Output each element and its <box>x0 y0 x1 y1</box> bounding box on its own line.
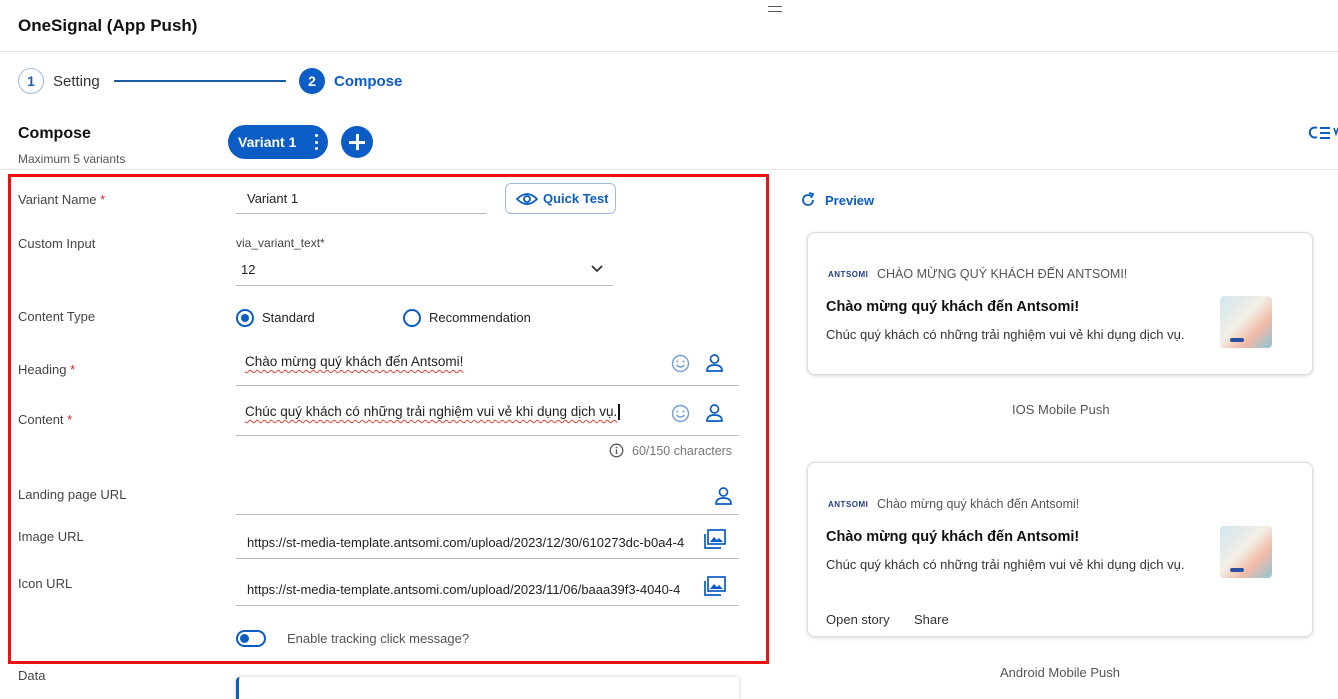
emoji-icon[interactable] <box>671 354 690 373</box>
stepper-connector <box>114 80 286 82</box>
landing-url-label: Landing page URL <box>18 487 127 502</box>
eye-icon <box>516 192 538 206</box>
image-url-label: Image URL <box>18 529 84 544</box>
emoji-icon[interactable] <box>671 404 690 423</box>
more-vertical-icon[interactable] <box>315 134 318 150</box>
content-input-text: Chúc quý khách có những trải nghiệm vui … <box>245 404 618 419</box>
variant-tab-label: Variant 1 <box>238 134 297 150</box>
android-caption: Android Mobile Push <box>1000 665 1120 680</box>
text-caret <box>618 404 620 421</box>
ios-push-title: Chào mừng quý khách đến Antsomi! <box>826 299 1080 315</box>
step-1-circle[interactable]: 1 <box>18 68 44 94</box>
ios-push-body: Chúc quý khách có những trải nghiệm vui … <box>826 327 1185 342</box>
preview-label: Preview <box>825 192 875 208</box>
step-1-label[interactable]: Setting <box>53 73 100 90</box>
section-divider <box>0 169 1338 170</box>
android-push-thumbnail <box>1220 526 1272 578</box>
step-2-circle[interactable]: 2 <box>299 68 325 94</box>
android-push-body: Chúc quý khách có những trải nghiệm vui … <box>826 557 1185 572</box>
heading-input[interactable]: Chào mừng quý khách đến Antsomi! <box>245 354 463 369</box>
personalize-icon[interactable] <box>706 404 723 422</box>
custom-input-field-label: via_variant_text* <box>236 236 325 250</box>
personalize-icon[interactable] <box>715 487 732 505</box>
chevron-down-icon[interactable] <box>590 264 604 274</box>
custom-input-select[interactable]: 12 <box>241 262 255 277</box>
step-2-label[interactable]: Compose <box>334 73 402 90</box>
content-input[interactable]: Chúc quý khách có những trải nghiệm vui … <box>245 404 620 421</box>
brand-logo: ANTSOMI <box>828 270 869 279</box>
custom-input-label: Custom Input <box>18 236 96 251</box>
list-view-icon[interactable] <box>1308 125 1338 141</box>
open-story-action[interactable]: Open story <box>826 612 890 627</box>
icon-url-label: Icon URL <box>18 576 73 591</box>
quick-test-label: Quick Test <box>543 191 609 206</box>
variant-name-underline <box>236 213 487 214</box>
personalize-icon[interactable] <box>706 354 723 372</box>
landing-url-underline <box>236 514 739 515</box>
brand-logo: ANTSOMI <box>828 500 869 509</box>
android-app-line: Chào mừng quý khách đến Antsomi! <box>877 497 1080 511</box>
icon-url-underline <box>236 605 739 606</box>
character-counter-text: 60/150 characters <box>632 443 733 458</box>
android-push-preview: ANTSOMI Chào mừng quý khách đến Antsomi!… <box>807 462 1313 637</box>
image-url-underline <box>236 558 739 559</box>
header-divider <box>0 51 1338 52</box>
ios-caption: IOS Mobile Push <box>1012 402 1110 417</box>
content-type-label: Content Type <box>18 309 96 324</box>
variant-name-input[interactable]: Variant 1 <box>247 191 298 206</box>
radio-standard-label[interactable]: Standard <box>262 310 315 325</box>
variant-name-label: Variant Name * <box>18 192 106 207</box>
character-counter: 60/150 characters <box>609 443 732 458</box>
content-underline <box>236 435 739 436</box>
refresh-icon[interactable] <box>800 192 816 208</box>
drag-handle-icon[interactable] <box>768 6 782 12</box>
compose-heading: Compose <box>18 125 91 142</box>
tracking-label: Enable tracking click message? <box>287 631 470 646</box>
ios-push-thumbnail <box>1220 296 1272 348</box>
radio-recommendation[interactable] <box>403 309 421 327</box>
custom-input-underline <box>236 285 613 286</box>
heading-underline <box>236 385 739 386</box>
android-push-title: Chào mừng quý khách đến Antsomi! <box>826 529 1080 545</box>
image-gallery-icon[interactable] <box>704 529 726 549</box>
image-gallery-icon[interactable] <box>704 576 726 596</box>
heading-label: Heading * <box>18 362 76 377</box>
tracking-toggle[interactable] <box>236 630 266 647</box>
info-icon <box>609 443 624 458</box>
radio-standard[interactable] <box>236 309 254 327</box>
ios-app-line: CHÀO MỪNG QUÝ KHÁCH ĐẾN ANTSOMI! <box>877 267 1128 281</box>
content-label: Content * <box>18 412 73 427</box>
share-action[interactable]: Share <box>914 612 949 627</box>
icon-url-input[interactable]: https://st-media-template.antsomi.com/up… <box>247 582 695 597</box>
image-url-input[interactable]: https://st-media-template.antsomi.com/up… <box>247 535 695 550</box>
landing-url-input[interactable] <box>247 488 697 504</box>
page-title: OneSignal (App Push) <box>18 16 198 35</box>
data-card[interactable] <box>236 677 739 699</box>
variant-tab[interactable]: Variant 1 <box>228 125 328 159</box>
quick-test-button[interactable]: Quick Test <box>505 183 616 214</box>
ios-push-preview: ANTSOMI CHÀO MỪNG QUÝ KHÁCH ĐẾN ANTSOMI!… <box>807 232 1313 375</box>
data-label: Data <box>18 668 46 683</box>
radio-recommendation-label[interactable]: Recommendation <box>429 310 531 325</box>
compose-subheading: Maximum 5 variants <box>18 152 126 166</box>
add-variant-button[interactable] <box>341 126 373 158</box>
preview-header[interactable]: Preview <box>800 192 874 208</box>
